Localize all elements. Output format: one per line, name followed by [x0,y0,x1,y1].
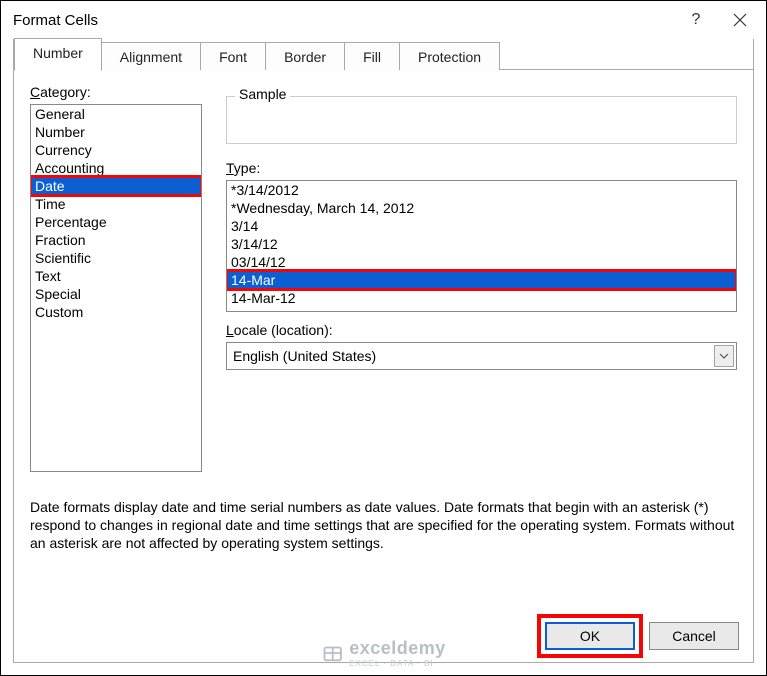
cancel-button[interactable]: Cancel [649,622,739,650]
tab-border[interactable]: Border [265,42,345,70]
category-column: Category: General Number Currency Accoun… [30,84,202,472]
tab-content: Category: General Number Currency Accoun… [14,70,753,614]
type-item[interactable]: 3/14 [227,217,736,235]
locale-label: Locale (location): [226,322,737,338]
main-row: Category: General Number Currency Accoun… [30,84,737,472]
type-item-selected[interactable]: 14-Mar [227,271,736,289]
category-item-scientific[interactable]: Scientific [31,249,201,267]
logo-icon [321,642,343,664]
sample-group: Sample [226,96,737,144]
watermark: exceldemy EXCEL · DATA · BI [321,638,446,668]
type-item[interactable]: 03/14/12 [227,253,736,271]
tab-alignment[interactable]: Alignment [101,42,201,70]
tab-strip: Number Alignment Font Border Fill Protec… [14,38,753,70]
type-label: Type: [226,160,737,176]
ok-button[interactable]: OK [545,622,635,650]
category-item-currency[interactable]: Currency [31,141,201,159]
type-item[interactable]: *3/14/2012 [227,181,736,199]
close-button[interactable] [718,5,762,35]
type-listbox[interactable]: *3/14/2012 *Wednesday, March 14, 2012 3/… [226,180,737,312]
titlebar: Format Cells ? [1,1,766,39]
locale-dropdown[interactable]: English (United States) [226,342,737,370]
category-item-percentage[interactable]: Percentage [31,213,201,231]
category-item-general[interactable]: General [31,105,201,123]
dropdown-button[interactable] [714,345,734,367]
watermark-tagline: EXCEL · DATA · BI [349,659,446,668]
category-item-time[interactable]: Time [31,195,201,213]
locale-value: English (United States) [233,348,376,364]
dialog-body: Number Alignment Font Border Fill Protec… [13,39,754,663]
category-item-fraction[interactable]: Fraction [31,231,201,249]
tab-fill[interactable]: Fill [344,42,400,70]
type-item[interactable]: 3/14/12 [227,235,736,253]
close-icon [733,13,747,27]
tab-protection[interactable]: Protection [399,42,500,70]
details-column: Sample Type: *3/14/2012 *Wednesday, Marc… [226,84,737,472]
sample-label: Sample [235,86,290,102]
window-title: Format Cells [13,12,674,29]
category-item-text[interactable]: Text [31,267,201,285]
chevron-down-icon [719,353,729,359]
format-cells-dialog: Format Cells ? Number Alignment Font Bor… [0,0,767,676]
help-button[interactable]: ? [674,5,718,35]
tab-number[interactable]: Number [14,38,102,71]
category-item-accounting[interactable]: Accounting [31,159,201,177]
type-item[interactable]: 14-Mar-12 [227,289,736,307]
category-item-date[interactable]: Date [31,177,201,195]
category-item-custom[interactable]: Custom [31,303,201,321]
type-item[interactable]: *Wednesday, March 14, 2012 [227,199,736,217]
description-text: Date formats display date and time seria… [30,498,737,552]
watermark-brand: exceldemy [349,638,446,658]
category-item-number[interactable]: Number [31,123,201,141]
category-label: Category: [30,84,202,100]
category-listbox[interactable]: General Number Currency Accounting Date … [30,104,202,472]
tab-font[interactable]: Font [200,42,266,70]
category-item-special[interactable]: Special [31,285,201,303]
sample-value [227,97,736,117]
